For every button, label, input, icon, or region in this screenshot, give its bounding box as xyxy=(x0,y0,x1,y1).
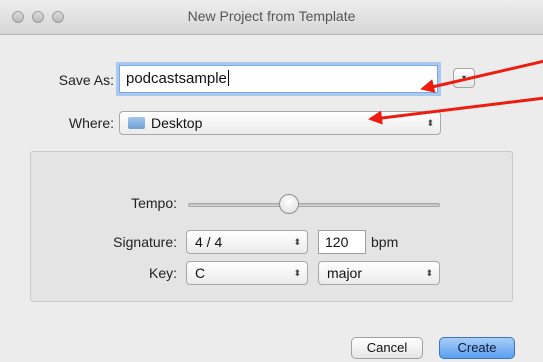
save-as-label: Save As: xyxy=(58,72,114,88)
popup-arrows-icon: ⬍ xyxy=(293,237,301,247)
folder-icon xyxy=(128,117,145,129)
key-label: Key: xyxy=(148,265,177,281)
where-label: Where: xyxy=(68,115,114,131)
cancel-button[interactable]: Cancel xyxy=(351,337,423,359)
annotation-arrow-where xyxy=(377,96,543,120)
popup-arrows-icon: ⬍ xyxy=(425,268,433,278)
text-caret xyxy=(227,70,229,86)
bpm-unit-label: bpm xyxy=(371,234,399,250)
where-value: Desktop xyxy=(151,115,203,131)
mode-value: major xyxy=(327,265,363,281)
bpm-input[interactable]: 120 xyxy=(318,230,366,254)
signature-value: 4 / 4 xyxy=(195,234,223,250)
signature-label: Signature: xyxy=(113,234,177,250)
popup-arrows-icon: ⬍ xyxy=(293,268,301,278)
window-title: New Project from Template xyxy=(187,8,356,24)
key-popup[interactable]: C ⬍ xyxy=(186,261,308,285)
tempo-label: Tempo: xyxy=(131,195,177,211)
signature-popup[interactable]: 4 / 4 ⬍ xyxy=(186,230,308,254)
annotation-arrow-save-as xyxy=(429,59,543,89)
tempo-slider-knob[interactable] xyxy=(278,194,299,214)
save-as-input[interactable]: podcastsample xyxy=(119,65,438,93)
create-button[interactable]: Create xyxy=(439,337,515,359)
title-bar: New Project from Template xyxy=(0,0,543,35)
save-as-value: podcastsample xyxy=(126,70,227,87)
tempo-slider-track[interactable] xyxy=(188,203,440,207)
mode-popup[interactable]: major ⬍ xyxy=(318,261,440,285)
key-value: C xyxy=(195,265,206,281)
popup-arrows-icon: ⬍ xyxy=(426,118,434,128)
